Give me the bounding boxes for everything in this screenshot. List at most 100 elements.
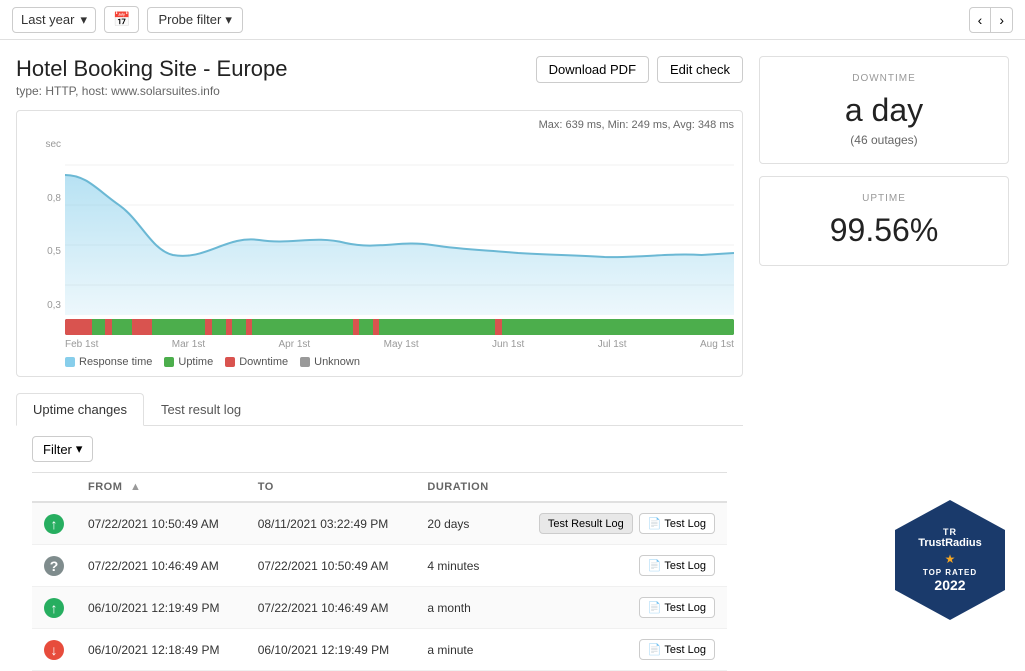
row-to: 07/22/2021 10:46:49 AM <box>246 587 416 629</box>
chart-area: sec 0,8 0,5 0,3 <box>25 135 734 315</box>
nav-arrows: ‹ › <box>969 7 1013 33</box>
status-down-icon: ↓ <box>44 640 64 660</box>
response-time-dot <box>65 357 75 367</box>
row-status-cell: ↓ <box>32 629 76 671</box>
probe-chevron-icon: ▾ <box>225 12 232 28</box>
uptime-changes-table: FROM ▲ TO DURATION ↑ 07/22/2021 1 <box>32 472 727 671</box>
legend-uptime: Uptime <box>164 356 213 368</box>
y-label-08: 0,8 <box>25 193 65 204</box>
status-unknown-icon: ? <box>44 556 64 576</box>
badge-hexagon: TR TrustRadius ★ TOP RATED 2022 <box>895 500 1005 620</box>
table-row: ↓ 06/10/2021 12:18:49 PM 06/10/2021 12:1… <box>32 629 727 671</box>
header-actions: Download PDF Edit check <box>536 56 743 83</box>
left-panel: Hotel Booking Site - Europe type: HTTP, … <box>16 56 743 671</box>
table-row: ? 07/22/2021 10:46:49 AM 07/22/2021 10:5… <box>32 545 727 587</box>
filter-button[interactable]: Filter ▾ <box>32 436 93 462</box>
row-to: 07/22/2021 10:50:49 AM <box>246 545 416 587</box>
response-time-label: Response time <box>79 356 152 368</box>
chart-y-labels: sec 0,8 0,5 0,3 <box>25 135 65 315</box>
downtime-sub: (46 outages) <box>776 133 992 147</box>
test-result-log-button[interactable]: Test Result Log <box>539 513 633 534</box>
probe-filter-label: Probe filter <box>158 12 221 27</box>
uptime-label: UPTIME <box>776 193 992 204</box>
row-from: 07/22/2021 10:50:49 AM <box>76 502 246 545</box>
col-status <box>32 473 76 503</box>
chart-container: Max: 639 ms, Min: 249 ms, Avg: 348 ms se… <box>16 110 743 377</box>
badge-brand: TrustRadius <box>918 537 982 549</box>
date-filter[interactable]: Last year ▾ <box>12 7 96 33</box>
test-log-button-1[interactable]: 📄 Test Log <box>639 513 715 534</box>
nav-next-button[interactable]: › <box>991 7 1013 33</box>
downtime-label: Downtime <box>239 356 288 368</box>
col-duration: DURATION <box>415 473 508 503</box>
badge-year: 2022 <box>934 577 965 593</box>
filter-label: Filter <box>43 442 72 457</box>
seg-up-4 <box>212 319 225 335</box>
row-duration: a month <box>415 587 508 629</box>
col-to: TO <box>246 473 416 503</box>
uptime-label: Uptime <box>178 356 213 368</box>
page-header: Hotel Booking Site - Europe type: HTTP, … <box>16 56 743 98</box>
row-status-cell: ↑ <box>32 587 76 629</box>
uptime-stat-box: UPTIME 99.56% <box>759 176 1009 266</box>
row-actions: 📄 Test Log <box>508 587 727 629</box>
row-from: 07/22/2021 10:46:49 AM <box>76 545 246 587</box>
download-pdf-button[interactable]: Download PDF <box>536 56 649 83</box>
test-log-button-3[interactable]: 📄 Test Log <box>639 597 715 618</box>
file-icon: 📄 <box>648 601 662 614</box>
edit-check-button[interactable]: Edit check <box>657 56 743 83</box>
seg-up-2 <box>112 319 132 335</box>
status-up-icon: ↑ <box>44 598 64 618</box>
trustradius-badge[interactable]: TR TrustRadius ★ TOP RATED 2022 <box>895 500 1005 620</box>
badge-star: ★ <box>945 552 956 566</box>
seg-down-9 <box>373 319 380 335</box>
y-label-03: 0,3 <box>25 300 65 311</box>
probe-filter-button[interactable]: Probe filter ▾ <box>147 7 242 33</box>
seg-up-main <box>379 319 495 335</box>
nav-prev-button[interactable]: ‹ <box>969 7 992 33</box>
filter-chevron: ▾ <box>76 441 83 457</box>
table-header: FROM ▲ TO DURATION <box>32 473 727 503</box>
col-actions <box>508 473 727 503</box>
col-from[interactable]: FROM ▲ <box>76 473 246 503</box>
row-to: 08/11/2021 03:22:49 PM <box>246 502 416 545</box>
seg-down-8 <box>353 319 360 335</box>
test-log-button-4[interactable]: 📄 Test Log <box>639 639 715 660</box>
seg-down-7 <box>246 319 253 335</box>
badge-top-label: TOP RATED <box>923 568 977 577</box>
seg-up-3 <box>152 319 206 335</box>
x-label-jul: Jul 1st <box>598 339 627 350</box>
file-icon: 📄 <box>648 643 662 656</box>
x-label-apr: Apr 1st <box>279 339 311 350</box>
seg-up-1 <box>92 319 105 335</box>
seg-up-7 <box>359 319 372 335</box>
row-to: 06/10/2021 12:19:49 PM <box>246 629 416 671</box>
row-from: 06/10/2021 12:19:49 PM <box>76 587 246 629</box>
seg-up-6 <box>252 319 352 335</box>
table-body: ↑ 07/22/2021 10:50:49 AM 08/11/2021 03:2… <box>32 502 727 671</box>
seg-down-6 <box>226 319 233 335</box>
downtime-label: DOWNTIME <box>776 73 992 84</box>
page-title: Hotel Booking Site - Europe <box>16 56 288 82</box>
tab-test-result-log[interactable]: Test result log <box>144 393 258 425</box>
tab-uptime-changes[interactable]: Uptime changes <box>16 393 144 426</box>
downtime-value: a day <box>776 92 992 129</box>
file-icon: 📄 <box>648 559 662 572</box>
y-label-05: 0,5 <box>25 246 65 257</box>
row-action-buttons: 📄 Test Log <box>520 597 715 618</box>
downtime-stat-box: DOWNTIME a day (46 outages) <box>759 56 1009 164</box>
tabs-row: Uptime changes Test result log <box>16 393 743 426</box>
row-status-cell: ↑ <box>32 502 76 545</box>
calendar-button[interactable]: 📅 <box>104 6 139 33</box>
row-duration: a minute <box>415 629 508 671</box>
table-row: ↑ 06/10/2021 12:19:49 PM 07/22/2021 10:4… <box>32 587 727 629</box>
downtime-dot <box>225 357 235 367</box>
unknown-dot <box>300 357 310 367</box>
seg-up-5 <box>232 319 245 335</box>
unknown-label: Unknown <box>314 356 360 368</box>
row-actions: Test Result Log 📄 Test Log <box>508 502 727 545</box>
row-action-buttons: 📄 Test Log <box>520 555 715 576</box>
seg-down-1 <box>65 319 92 335</box>
uptime-value: 99.56% <box>776 212 992 249</box>
test-log-button-2[interactable]: 📄 Test Log <box>639 555 715 576</box>
